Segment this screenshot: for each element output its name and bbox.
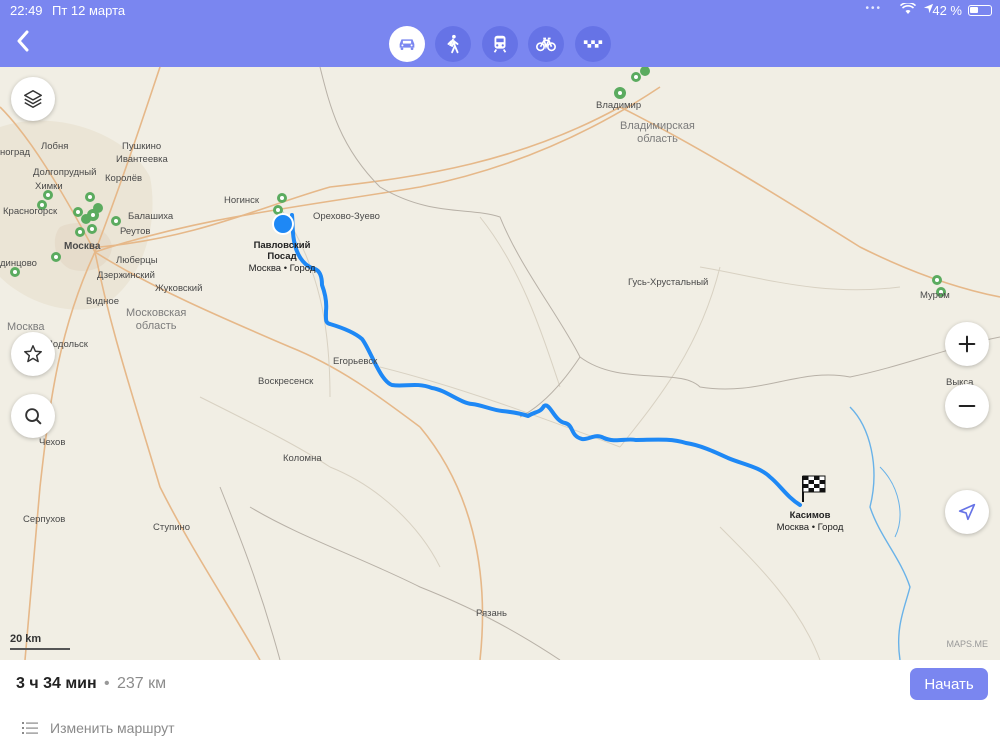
mode-car-button[interactable] <box>389 26 425 62</box>
my-location-button[interactable] <box>945 490 989 534</box>
status-date: Пт 12 марта <box>52 3 126 18</box>
bookmarks-button[interactable] <box>11 332 55 376</box>
city-label: динцово <box>0 258 37 269</box>
finish-sublabel: Москва • Город <box>776 522 844 533</box>
search-button[interactable] <box>11 394 55 438</box>
city-label: Москва <box>64 241 101 252</box>
multitask-dots-icon: ••• <box>865 3 882 14</box>
city-label: Егорьевск <box>333 356 378 367</box>
zoom-out-button[interactable] <box>945 384 989 428</box>
city-label: Муром <box>920 290 950 301</box>
city-label: ноград <box>0 147 31 158</box>
mode-walk-button[interactable] <box>435 26 471 62</box>
city-label: Химки <box>35 181 63 192</box>
start-navigation-button[interactable]: Начать <box>910 668 988 700</box>
mode-transit-button[interactable] <box>482 26 518 62</box>
route-panel: 3 ч 34 мин • 237 км Начать Изменить марш… <box>0 660 1000 750</box>
city-label: Красногорск <box>3 206 58 217</box>
attribution: MAPS.ME <box>946 639 988 649</box>
zoom-in-icon <box>958 335 976 353</box>
city-label: Видное <box>86 296 119 307</box>
list-icon <box>22 722 38 734</box>
region-label: Владимирская область <box>620 120 695 145</box>
taxi-icon <box>583 40 603 48</box>
map-view[interactable]: Владимир Пушкино Ивантеевка Королёв Лобн… <box>0 67 1000 660</box>
wifi-icon <box>899 1 917 18</box>
city-label: Балашиха <box>128 211 174 222</box>
scale-label: 20 km <box>10 633 42 645</box>
city-label: Лобня <box>41 141 69 152</box>
train-icon <box>493 35 507 53</box>
city-label: Владимир <box>596 100 642 111</box>
city-label: Ивантеевка <box>116 154 168 165</box>
separator: • <box>104 675 110 692</box>
city-label: Жуковский <box>155 283 203 294</box>
layers-icon <box>24 90 42 108</box>
city-label: Пушкино <box>122 141 162 152</box>
city-label: Воскресенск <box>258 376 314 387</box>
edit-route-label: Изменить маршрут <box>50 720 175 736</box>
start-label: Павловский Посад <box>253 240 311 262</box>
city-label: Чехов <box>39 437 66 448</box>
chevron-left-icon <box>17 30 29 52</box>
route-duration: 3 ч 34 мин <box>16 675 97 692</box>
battery-percent: 42 % <box>932 3 962 18</box>
route-distance: 237 км <box>117 675 167 692</box>
finish-label: Касимов <box>789 510 831 521</box>
city-label: Ступино <box>153 522 191 533</box>
city-label: Люберцы <box>116 255 158 266</box>
search-icon <box>25 408 42 425</box>
city-label: Серпухов <box>23 514 66 525</box>
city-label: Королёв <box>105 173 143 184</box>
back-button[interactable] <box>8 28 38 58</box>
city-label: Дзержинский <box>97 270 155 281</box>
battery-icon <box>968 5 992 16</box>
mode-bike-button[interactable] <box>528 26 564 62</box>
city-label: Долгопрудный <box>33 167 97 178</box>
star-icon <box>24 345 42 363</box>
city-label: Рязань <box>476 608 508 619</box>
edit-route-button[interactable]: Изменить маршрут <box>22 720 175 736</box>
region-label: Московская область <box>126 307 187 332</box>
city-label: Ногинск <box>224 195 260 206</box>
pedestrian-icon <box>447 34 459 54</box>
mode-taxi-button[interactable] <box>575 26 611 62</box>
zoom-in-button[interactable] <box>945 322 989 366</box>
scale-bar <box>10 648 70 650</box>
car-icon <box>399 39 415 50</box>
city-label: Орехово-Зуево <box>313 211 380 222</box>
layers-button[interactable] <box>11 77 55 121</box>
start-point-icon <box>272 213 294 235</box>
finish-flag-icon <box>802 475 826 502</box>
city-label: Реутов <box>120 226 151 237</box>
city-label: Гусь-Хрустальный <box>628 277 709 288</box>
start-sublabel: Москва • Город <box>248 263 316 274</box>
bicycle-icon <box>536 37 556 52</box>
city-label: Коломна <box>283 453 322 464</box>
navigation-arrow-icon <box>958 503 976 521</box>
status-time: 22:49 <box>10 3 43 18</box>
top-bar: 22:49 Пт 12 марта ••• 42 % <box>0 0 1000 67</box>
zoom-out-icon <box>958 404 976 408</box>
